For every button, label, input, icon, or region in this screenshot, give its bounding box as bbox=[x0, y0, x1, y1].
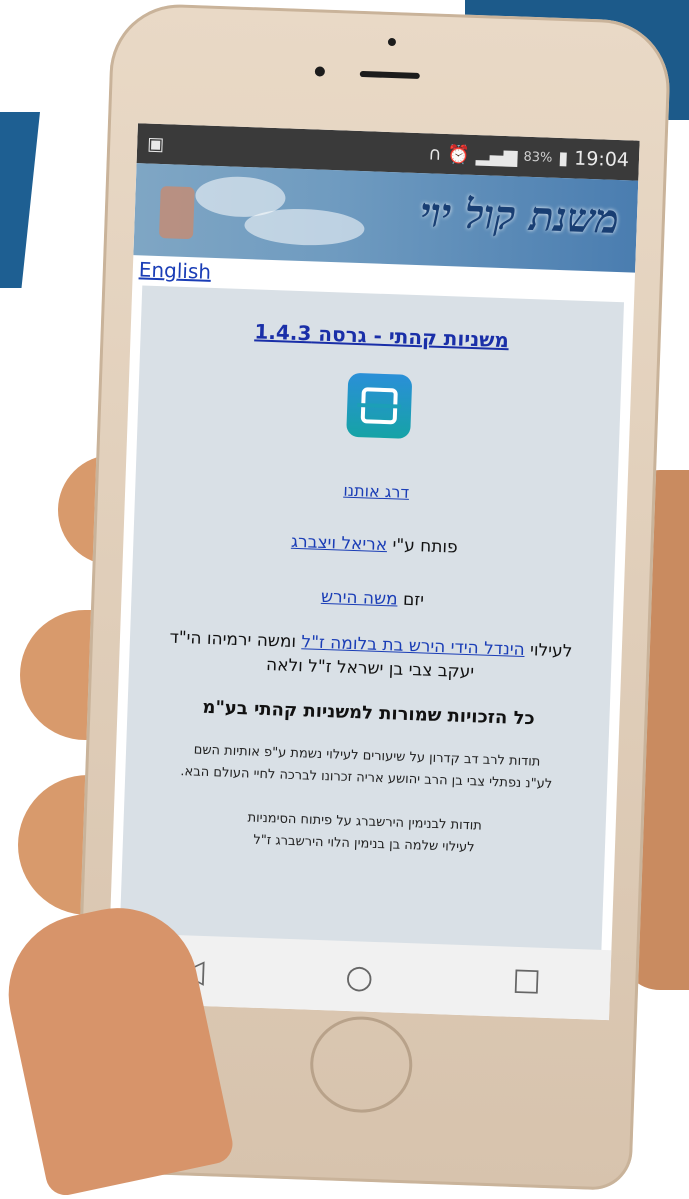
phone-screen: ▣ ∩ ⏰ ▂▄▆ 83% ▮ 19:04 משנת קול יוי Engli… bbox=[107, 123, 640, 1021]
thanks-block-1: תודות לרב דב קדרון על שיעורים לעילוי נשמ… bbox=[125, 737, 608, 798]
proximity-sensor bbox=[314, 66, 326, 77]
signal-icon: ▂▄▆ bbox=[475, 144, 518, 167]
banner-kiddush-cup bbox=[158, 186, 195, 240]
dedication-link[interactable]: הינדל הידי הירש בת בלומה ז"ל bbox=[301, 632, 525, 660]
recents-button[interactable]: ☐ bbox=[496, 962, 557, 1002]
app-icon bbox=[346, 372, 413, 439]
home-button[interactable]: ○ bbox=[329, 956, 390, 996]
battery-icon: ▮ bbox=[557, 147, 569, 169]
earpiece-speaker bbox=[359, 70, 420, 80]
clock: 19:04 bbox=[573, 147, 630, 172]
version-title[interactable]: משניות קהתי - גרסה 1.4.3 bbox=[254, 319, 509, 352]
developer-name-link[interactable]: אריאל ויצברג bbox=[291, 532, 388, 555]
rights-notice: כל הזכויות שמורות למשניות קהתי בע"מ bbox=[202, 696, 535, 730]
front-camera bbox=[387, 37, 397, 47]
dedication-rest: יעקב צבי בן ישראל ז"ל ולאה bbox=[265, 655, 475, 683]
about-card: משניות קהתי - גרסה 1.4.3 דרג אותנו פותח … bbox=[117, 285, 625, 1002]
initiator-name-link[interactable]: משה הירש bbox=[321, 587, 398, 610]
initiator-prefix: יזם bbox=[402, 589, 425, 611]
dedication-rest: ומשה ירמיהו הי"ד bbox=[169, 627, 297, 653]
thanks-block-2: תודות לבנימין הירשברג על פיתוח הסימניות … bbox=[123, 803, 606, 864]
initiator-line: יזם משה הירש bbox=[131, 580, 613, 617]
physical-home-button[interactable] bbox=[308, 1014, 414, 1115]
banner-title: משנת קול יוי bbox=[419, 189, 620, 244]
app-banner: משנת קול יוי bbox=[133, 163, 639, 273]
background-panel-left bbox=[0, 112, 40, 288]
banner-cloud bbox=[243, 206, 366, 248]
dedication-prefix: לעילוי bbox=[529, 640, 573, 662]
developer-prefix: פותח ע"י bbox=[392, 535, 459, 558]
alarm-icon: ⏰ bbox=[447, 143, 471, 166]
headphones-icon: ∩ bbox=[428, 142, 442, 165]
rate-us-link[interactable]: דרג אותנו bbox=[343, 481, 409, 502]
developer-line: פותח ע"י אריאל ויצברג bbox=[133, 526, 615, 563]
battery-percent: 83% bbox=[523, 149, 553, 166]
gallery-notification-icon: ▣ bbox=[146, 133, 165, 155]
dedication-text: לעילוי הינדל הידי הירש בת בלומה ז"ל ומשה… bbox=[129, 624, 612, 689]
